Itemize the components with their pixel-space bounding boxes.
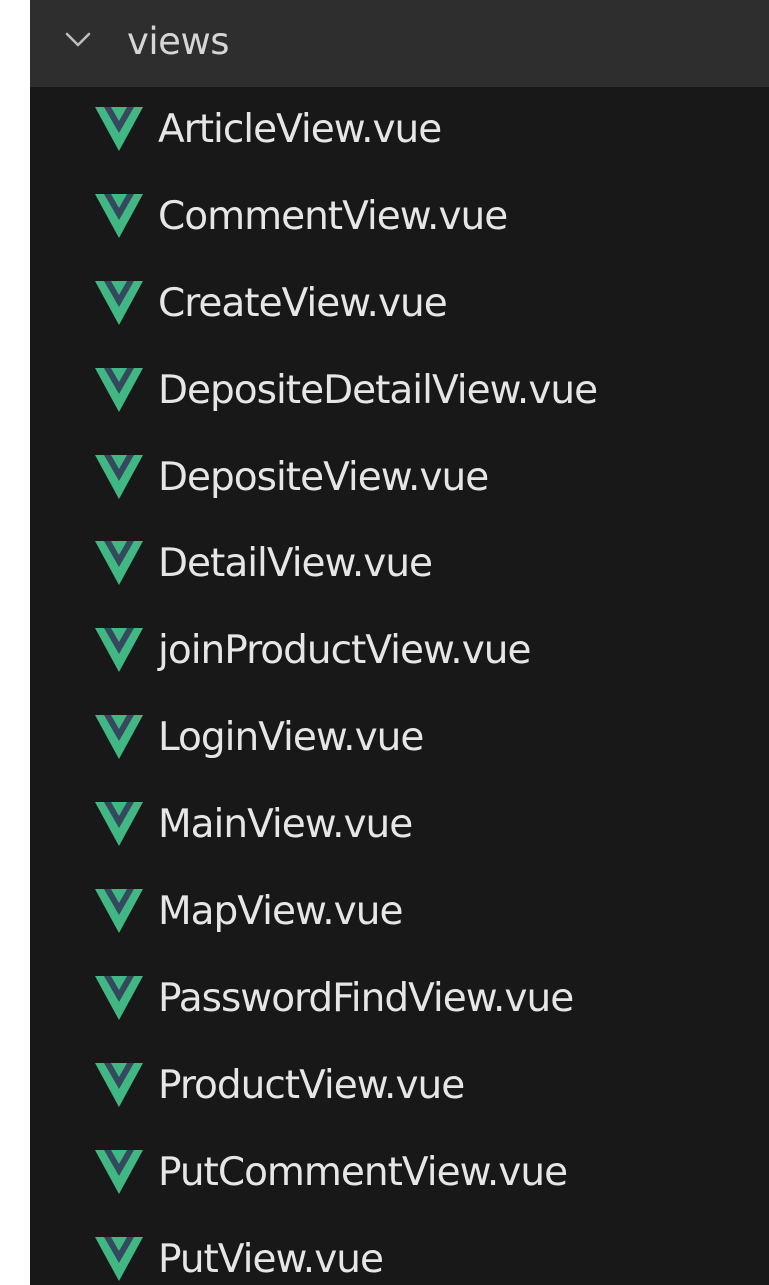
vue-icon: [95, 889, 143, 934]
vue-icon: [95, 1149, 143, 1194]
file-label: CommentView.vue: [158, 193, 508, 239]
vue-icon: [95, 541, 143, 586]
vue-icon: [95, 107, 143, 151]
file-label: ArticleView.vue: [158, 107, 442, 152]
file-label: MapView.vue: [158, 889, 403, 935]
file-label: MainView.vue: [158, 802, 413, 848]
vue-icon: [95, 802, 143, 847]
chevron-down-icon: [65, 32, 91, 47]
file-label: CreateView.vue: [158, 280, 448, 326]
file-item[interactable]: ArticleView.vue: [30, 87, 769, 174]
vue-icon: [95, 454, 143, 499]
file-label: LoginView.vue: [158, 715, 424, 761]
file-item[interactable]: joinProductView.vue: [30, 608, 769, 695]
file-item[interactable]: LoginView.vue: [30, 695, 769, 782]
file-item[interactable]: DepositeView.vue: [30, 435, 769, 522]
file-item[interactable]: PutCommentView.vue: [30, 1130, 769, 1217]
file-label: PutCommentView.vue: [158, 1149, 568, 1195]
file-item[interactable]: PutView.vue: [30, 1217, 769, 1285]
vue-icon: [95, 280, 143, 325]
folder-views-header[interactable]: views: [30, 0, 769, 87]
file-item[interactable]: DepositeDetailView.vue: [30, 348, 769, 435]
file-label: PutView.vue: [158, 1236, 384, 1282]
vue-icon: [95, 975, 143, 1020]
file-label: DetailView.vue: [158, 541, 433, 587]
file-label: DepositeDetailView.vue: [158, 367, 598, 413]
vue-icon: [95, 367, 143, 412]
file-label: PasswordFindView.vue: [158, 975, 574, 1021]
file-label: DepositeView.vue: [158, 454, 489, 500]
file-explorer-panel: views ArticleView.vue CommentView.vue Cr…: [30, 0, 769, 1285]
file-item[interactable]: CommentView.vue: [30, 174, 769, 261]
vue-icon: [95, 1062, 143, 1107]
file-item[interactable]: MainView.vue: [30, 782, 769, 869]
file-item[interactable]: ProductView.vue: [30, 1043, 769, 1130]
vue-icon: [95, 193, 143, 238]
file-item[interactable]: PasswordFindView.vue: [30, 956, 769, 1043]
file-item[interactable]: CreateView.vue: [30, 261, 769, 348]
vue-icon: [95, 628, 143, 673]
file-list: ArticleView.vue CommentView.vue CreateVi…: [30, 87, 769, 1285]
vue-icon: [95, 715, 143, 760]
file-label: joinProductView.vue: [158, 628, 531, 674]
file-label: ProductView.vue: [158, 1062, 465, 1108]
file-item[interactable]: MapView.vue: [30, 869, 769, 956]
file-item[interactable]: DetailView.vue: [30, 521, 769, 608]
vue-icon: [95, 1236, 143, 1281]
folder-label: views: [127, 20, 229, 63]
